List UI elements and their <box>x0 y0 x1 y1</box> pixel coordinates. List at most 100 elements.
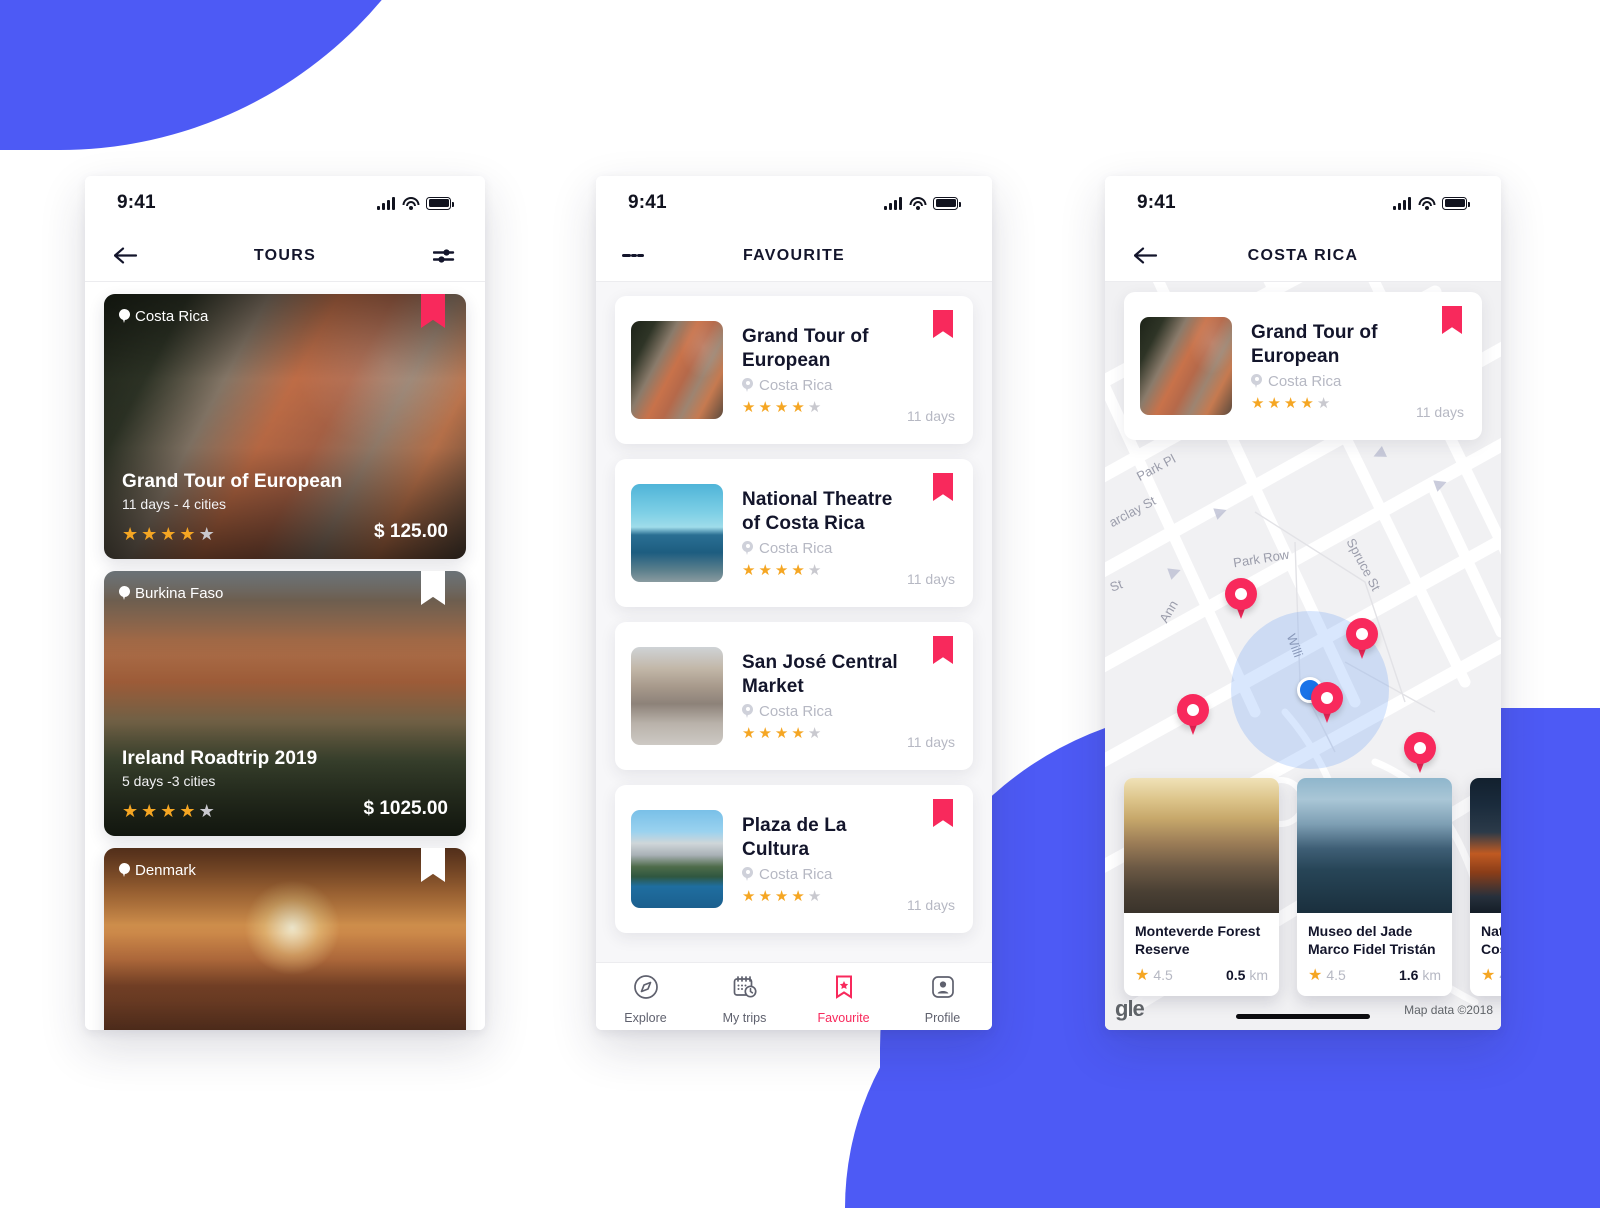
star-icon: ★ <box>1300 395 1314 413</box>
star-icon: ★ <box>758 725 772 743</box>
tour-card[interactable]: Burkina Faso Ireland Roadtrip 2019 5 days … <box>104 571 466 836</box>
favourite-location-label: Costa Rica <box>759 377 833 395</box>
favourite-info: National Theatre of Costa Rica Costa Rica… <box>723 488 957 578</box>
back-button[interactable] <box>1131 241 1161 271</box>
bookmark-button[interactable] <box>933 473 953 501</box>
map-location-pin[interactable] <box>1346 618 1378 660</box>
tours-card-list[interactable]: Costa Rica Grand Tour of European 11 days … <box>85 282 485 1030</box>
pin-dot <box>1187 704 1199 716</box>
star-icon: ★ <box>742 888 756 906</box>
hamburger-menu-icon <box>622 254 631 257</box>
favourite-card[interactable]: Plaza de La Cultura Costa Rica ★ ★ ★ ★ ★ 11 day… <box>615 785 973 933</box>
nearby-places-carousel[interactable]: Monteverde Forest Reserve ★ 4.5 0.5 km Museo… <box>1124 778 1501 996</box>
star-icon: ★ <box>141 524 158 544</box>
map-view[interactable]: Chambers StWarren StChurch StPark Plarcl… <box>1105 282 1501 1030</box>
bookmark-button[interactable] <box>421 571 445 605</box>
map-attribution: Map data ©2018 <box>1404 1003 1493 1017</box>
star-icon: ★ <box>791 888 805 906</box>
place-meta-row: ★ 4.5 1.6 km <box>1308 965 1441 985</box>
status-time: 9:41 <box>628 192 667 213</box>
status-icons <box>1393 196 1470 210</box>
bookmark-button[interactable] <box>933 799 953 827</box>
place-card[interactable]: National Theatre of Costa Rica ★4.52.3 km <box>1470 778 1501 996</box>
favourite-card[interactable]: Grand Tour of European Costa Rica ★ ★ ★ ★ ★ 11 … <box>1124 292 1482 440</box>
tab-profile[interactable]: Profile <box>893 974 992 1025</box>
bookmark-icon <box>421 294 445 328</box>
tab-explore[interactable]: Explore <box>596 974 695 1025</box>
star-icon: ★ <box>774 888 789 906</box>
star-icon: ★ <box>198 801 215 821</box>
favourite-duration: 11 days <box>907 734 955 750</box>
bottom-tab-bar[interactable]: Explore My trips Favourite Profile <box>596 962 992 1030</box>
rating-stars: ★ ★ ★ ★ ★ <box>122 525 215 543</box>
tour-rating-price-row: ★ ★ ★ ★ ★ $ 125.00 <box>122 521 448 543</box>
filter-sliders-icon <box>433 248 455 263</box>
bookmark-button[interactable] <box>421 294 445 328</box>
place-card[interactable]: Monteverde Forest Reserve ★ 4.5 0.5 km <box>1124 778 1279 996</box>
tab-my-trips[interactable]: My trips <box>695 974 794 1025</box>
favourite-duration: 11 days <box>907 408 955 424</box>
tab-label: Profile <box>924 1011 961 1025</box>
page-title: FAVOURITE <box>742 246 846 264</box>
star-icon: ★ <box>179 801 196 821</box>
bookmark-button[interactable] <box>421 848 445 882</box>
wifi-icon <box>402 196 419 210</box>
tab-label: Favourite <box>817 1011 870 1025</box>
map-location-pin[interactable] <box>1225 578 1257 620</box>
back-button[interactable] <box>111 241 141 271</box>
location-pin-icon <box>742 378 753 393</box>
status-time: 9:41 <box>1137 192 1176 213</box>
map-location-pin[interactable] <box>1311 682 1343 724</box>
tour-subtitle: 5 days -3 cities <box>122 773 216 789</box>
bookmark-button[interactable] <box>933 636 953 664</box>
cellular-signal-icon <box>1393 196 1411 210</box>
menu-button[interactable] <box>622 241 644 271</box>
star-icon: ★ <box>1481 967 1496 984</box>
map-tour-card[interactable]: Grand Tour of European Costa Rica ★ ★ ★ ★ ★ 11 … <box>1124 292 1482 455</box>
favourite-card[interactable]: National Theatre of Costa Rica Costa Rica… <box>615 459 973 607</box>
filter-button[interactable] <box>429 241 459 271</box>
place-name: Museo del Jade Marco Fidel Tristán <box>1308 923 1436 958</box>
favourite-thumbnail <box>631 484 723 582</box>
bookmark-button[interactable] <box>933 310 953 338</box>
phone-screen-map: 9:41 COSTA RICA Park Pl arclay St Park R… <box>1105 176 1501 1030</box>
tour-card[interactable]: DenmarkGrand Tour of European <box>104 848 466 1030</box>
battery-icon <box>933 196 961 210</box>
star-icon: ★ <box>758 399 772 417</box>
star-icon: ★ <box>179 524 196 544</box>
status-icons <box>377 196 454 210</box>
favourite-title: San José Central Market <box>742 651 898 697</box>
status-bar: 9:41 <box>596 176 992 230</box>
bookmark-icon <box>933 310 953 338</box>
star-icon: ★ <box>758 888 772 906</box>
favourite-info: Grand Tour of European Costa Rica ★ ★ ★ ★ ★ <box>723 325 957 415</box>
place-photo <box>1470 778 1501 913</box>
place-meta-row: ★4.52.3 km <box>1481 965 1501 985</box>
bookmark-button[interactable] <box>1442 306 1462 334</box>
favourite-rating-row: ★ ★ ★ ★ ★ <box>742 563 907 578</box>
star-icon: ★ <box>1308 967 1323 984</box>
phone-screen-tours: 9:41 TOURS Costa Rica Grand Tour of Europ… <box>85 176 485 1030</box>
favourite-duration: 11 days <box>1416 404 1464 420</box>
star-icon: ★ <box>1251 395 1265 413</box>
star-icon: ★ <box>807 562 822 580</box>
google-logo: gle <box>1115 996 1145 1021</box>
favourite-card[interactable]: San José Central Market Costa Rica ★ ★ ★ ★ ★ 11… <box>615 622 973 770</box>
favourite-card-list[interactable]: Grand Tour of European Costa Rica ★ ★ ★ ★ ★ 11 … <box>596 282 992 962</box>
status-bar: 9:41 <box>1105 176 1501 230</box>
place-photo <box>1124 778 1279 913</box>
tab-favourite[interactable]: Favourite <box>794 974 893 1025</box>
tour-card[interactable]: Costa Rica Grand Tour of European 11 days … <box>104 294 466 559</box>
location-pin-icon <box>119 586 130 601</box>
map-location-pin[interactable] <box>1177 694 1209 736</box>
place-rating-value: 4.5 <box>1153 967 1173 983</box>
wifi-icon <box>1418 196 1435 210</box>
calendar-clock-icon <box>732 974 758 1005</box>
phone-screen-favourite: 9:41 FAVOURITE Grand Tour of European Cos… <box>596 176 992 1030</box>
place-card[interactable]: Museo del Jade Marco Fidel Tristán ★ 4.5 1.… <box>1297 778 1452 996</box>
tab-label: Explore <box>624 1011 667 1025</box>
map-location-pin[interactable] <box>1404 732 1436 774</box>
tour-details: Ireland Roadtrip 2019 5 days -3 cities ★ ★ ★… <box>122 748 448 820</box>
star-icon: ★ <box>198 524 215 544</box>
favourite-card[interactable]: Grand Tour of European Costa Rica ★ ★ ★ ★ ★ 11 … <box>615 296 973 444</box>
